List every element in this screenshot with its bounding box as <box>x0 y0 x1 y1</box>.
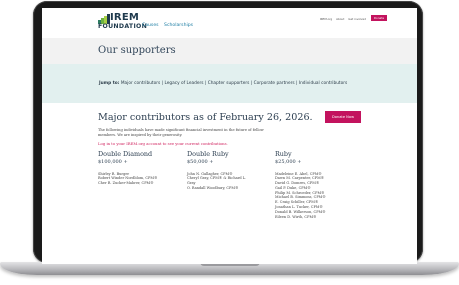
browser-viewport: IREM FOUNDATION Causes Scholarships IREM… <box>42 8 417 264</box>
column-double-ruby: Double Ruby $50,000 + John N. Gallagher,… <box>187 150 246 191</box>
name-list: John N. Gallagher, CPM® Cheryl Gray, CPM… <box>187 172 246 191</box>
jump-link-legacy[interactable]: Legacy of Leaders <box>164 81 203 86</box>
column-double-diamond: Double Diamond $100,000 + Shirley R. Bur… <box>98 150 157 186</box>
header-donate-button[interactable]: Donate <box>371 15 387 21</box>
list-item: Donald B. Wilkerson, CPM® <box>275 209 326 214</box>
logo-text-foundation: FOUNDATION <box>98 23 148 30</box>
jump-link-corporate[interactable]: Corporate partners <box>254 81 295 86</box>
jump-link-individual[interactable]: Individual contributors <box>299 81 347 86</box>
util-about[interactable]: About <box>336 17 344 21</box>
page-title: Our supporters <box>98 45 176 56</box>
jump-label: Jump to: <box>99 81 120 86</box>
major-contributors-title: Major contributors as of February 26, 20… <box>98 112 313 123</box>
column-title: Ruby <box>275 150 292 158</box>
column-title: Double Ruby <box>187 150 229 158</box>
name-list: Shirley R. Burger Robert Winder Nordblom… <box>98 172 157 186</box>
major-intro-text: The following individuals have made sign… <box>98 128 264 137</box>
nav-causes[interactable]: Causes <box>142 23 159 28</box>
column-title: Double Diamond <box>98 150 153 158</box>
column-amount: $100,000 + <box>98 158 128 165</box>
logo-text-irem: IREM <box>110 12 140 23</box>
irem-foundation-logo[interactable]: IREM FOUNDATION <box>98 12 147 35</box>
jump-link-major[interactable]: Major contributors <box>121 81 160 86</box>
jump-to-nav: Jump to: Major contributors | Legacy of … <box>99 81 348 86</box>
util-get-involved[interactable]: Get involved <box>348 17 366 21</box>
main-nav: Causes Scholarships <box>142 23 197 28</box>
jump-link-chapter[interactable]: Chapter supporters <box>208 81 250 86</box>
utility-nav: IREM.org About Get involved <box>320 17 369 21</box>
name-list: Madeleine E. Abel, CPM® Dawn M. Carpente… <box>275 172 326 220</box>
column-amount: $50,000 + <box>187 158 214 165</box>
nav-scholarships[interactable]: Scholarships <box>164 23 193 28</box>
list-item: Cher R. Zucker-Mahrer, CPM® <box>98 181 154 186</box>
util-irem-org[interactable]: IREM.org <box>320 17 332 21</box>
column-ruby: Ruby $25,000 + Madeleine E. Abel, CPM® D… <box>275 150 326 219</box>
site-header: IREM FOUNDATION Causes Scholarships IREM… <box>42 8 417 38</box>
column-amount: $25,000 + <box>275 158 302 165</box>
donate-now-button[interactable]: Donate Now <box>325 111 361 123</box>
list-item: Eileen D. Wirth, CPM® <box>275 214 317 219</box>
list-item: O. Randall Woodbury, CPM® <box>187 185 239 190</box>
login-link[interactable]: Log in to your IREM.org account to see y… <box>98 141 228 146</box>
